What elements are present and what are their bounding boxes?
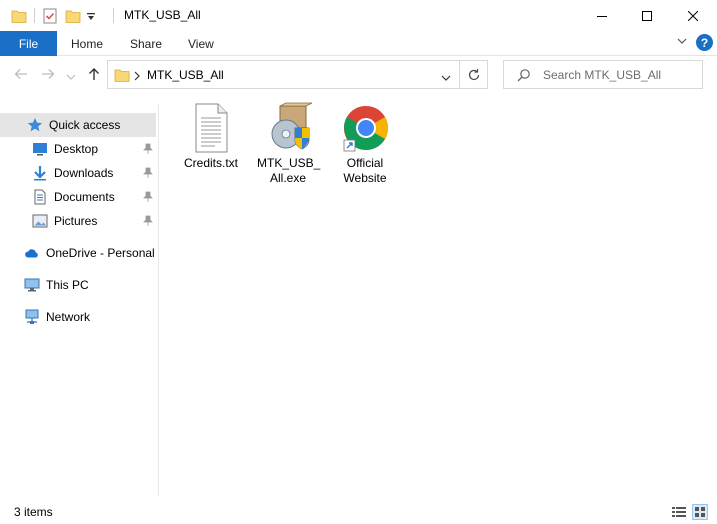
sidebar-item-this-pc[interactable]: This PC [0, 273, 156, 297]
close-icon [688, 10, 698, 21]
sidebar-item-label: Downloads [54, 166, 114, 180]
network-icon [24, 309, 40, 325]
recent-locations-icon[interactable] [66, 70, 76, 84]
file-item-credits[interactable]: Credits.txt [180, 102, 242, 171]
folder-icon [114, 67, 130, 86]
details-view-icon[interactable] [671, 504, 687, 520]
pin-icon[interactable] [143, 191, 153, 206]
sidebar-item-documents[interactable]: Documents [0, 185, 156, 209]
sidebar-item-downloads[interactable]: Downloads [0, 161, 156, 185]
sidebar-item-desktop[interactable]: Desktop [0, 137, 156, 161]
pin-icon[interactable] [143, 215, 153, 230]
pin-icon[interactable] [143, 143, 153, 158]
pictures-icon [32, 213, 48, 229]
search-box[interactable]: Search MTK_USB_All [503, 60, 703, 89]
search-icon [517, 68, 531, 85]
sidebar-item-label: Quick access [49, 118, 121, 132]
search-input[interactable]: Search MTK_USB_All [543, 68, 661, 82]
navigation-pane: Quick access Desktop Downloads Documents [0, 110, 158, 496]
sidebar-item-pictures[interactable]: Pictures [0, 209, 156, 233]
maximize-icon [642, 10, 652, 21]
sidebar-item-label: OneDrive - Personal [46, 246, 155, 260]
item-count: 3 items [14, 505, 53, 519]
chrome-shortcut-icon [341, 102, 389, 154]
file-name-line1: MTK_USB_ [257, 156, 321, 170]
large-icons-view-icon[interactable] [692, 504, 708, 520]
sidebar-item-label: Pictures [54, 214, 98, 228]
sidebar-item-onedrive[interactable]: OneDrive - Personal [0, 241, 156, 265]
customize-toolbar-icon[interactable] [86, 11, 96, 25]
sidebar-item-label: Desktop [54, 142, 99, 156]
ribbon: File Home Share View [0, 31, 717, 56]
documents-icon [32, 189, 48, 205]
refresh-icon [468, 68, 479, 80]
new-folder-icon[interactable] [65, 8, 81, 27]
text-file-icon [187, 102, 235, 154]
sidebar-item-network[interactable]: Network [0, 305, 156, 329]
chevron-right-icon[interactable] [133, 70, 141, 84]
minimize-icon [597, 15, 607, 17]
tab-view[interactable]: View [188, 31, 214, 56]
minimize-button[interactable] [579, 0, 625, 31]
forward-icon[interactable] [40, 66, 56, 85]
sidebar-item-label: This PC [46, 278, 89, 292]
star-icon [27, 117, 43, 133]
sidebar-item-label: Documents [54, 190, 115, 204]
desktop-icon [32, 141, 48, 157]
tab-file[interactable]: File [0, 31, 57, 56]
address-bar[interactable]: MTK_USB_All [107, 60, 460, 89]
address-path[interactable]: MTK_USB_All [147, 68, 224, 82]
file-name: Credits.txt [183, 156, 238, 170]
title-bar: MTK_USB_All [0, 0, 717, 31]
tab-home[interactable]: Home [71, 31, 103, 56]
chevron-down-icon[interactable] [441, 71, 451, 85]
computer-icon [24, 277, 40, 293]
file-name-line2: All.exe [269, 171, 307, 185]
file-item-mtk-usb-all-exe[interactable]: MTK_USB_ All.exe [257, 102, 321, 186]
help-button[interactable]: ? [696, 34, 713, 51]
expand-ribbon-icon[interactable] [676, 35, 688, 50]
address-row: MTK_USB_All Search MTK_USB_All [0, 56, 717, 94]
properties-icon[interactable] [42, 8, 58, 27]
refresh-button[interactable] [460, 60, 488, 89]
cloud-icon [24, 245, 40, 261]
file-item-official-website[interactable]: Official Website [334, 102, 396, 186]
file-name-line1: Official [346, 156, 384, 170]
sidebar-item-quick-access[interactable]: Quick access [0, 113, 156, 137]
folder-icon [11, 8, 27, 27]
up-icon[interactable] [86, 66, 102, 85]
sidebar-item-label: Network [46, 310, 91, 324]
pin-icon[interactable] [143, 167, 153, 182]
file-name-line2: Website [343, 171, 387, 185]
download-icon [32, 165, 48, 181]
back-icon[interactable] [13, 66, 29, 85]
close-button[interactable] [670, 0, 716, 31]
status-bar: 3 items [0, 500, 717, 524]
maximize-button[interactable] [624, 0, 670, 31]
installer-icon [264, 102, 313, 154]
tab-share[interactable]: Share [130, 31, 162, 56]
window-title: MTK_USB_All [124, 8, 201, 22]
